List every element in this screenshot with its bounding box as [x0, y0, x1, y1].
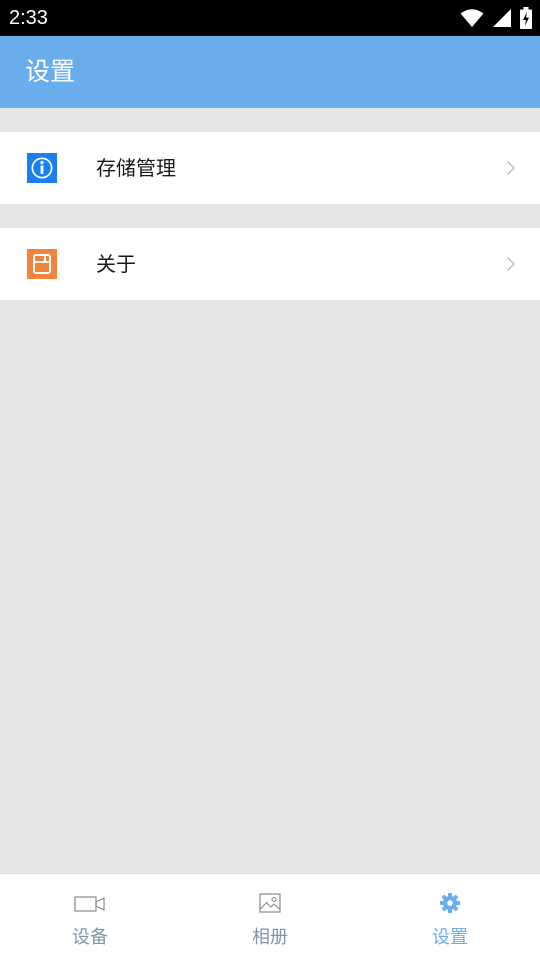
image-icon [259, 892, 281, 916]
battery-charging-icon [520, 7, 532, 29]
video-camera-icon [74, 892, 106, 916]
about-icon [27, 249, 57, 279]
status-bar: 2:33 [0, 0, 540, 36]
tab-album[interactable]: 相册 [180, 874, 360, 961]
status-icons [460, 7, 532, 29]
tab-label: 设备 [72, 927, 108, 948]
status-time: 2:33 [9, 7, 48, 29]
bottom-tab-bar: 设备 相册 设置 [0, 873, 540, 961]
settings-item-label: 关于 [96, 252, 136, 276]
settings-item-label: 存储管理 [96, 156, 176, 180]
tab-label: 相册 [252, 927, 288, 948]
chevron-right-icon [506, 160, 516, 176]
info-icon [27, 153, 57, 183]
settings-item-storage[interactable]: 存储管理 [0, 132, 540, 204]
tab-label: 设置 [432, 927, 468, 948]
signal-icon [492, 8, 512, 28]
chevron-right-icon [506, 256, 516, 272]
page-title: 设置 [25, 57, 76, 86]
app-bar: 设置 [0, 36, 540, 108]
settings-item-about[interactable]: 关于 [0, 228, 540, 300]
tab-device[interactable]: 设备 [0, 874, 180, 961]
wifi-icon [460, 8, 484, 28]
gear-icon [439, 892, 461, 916]
tab-settings[interactable]: 设置 [360, 874, 540, 961]
